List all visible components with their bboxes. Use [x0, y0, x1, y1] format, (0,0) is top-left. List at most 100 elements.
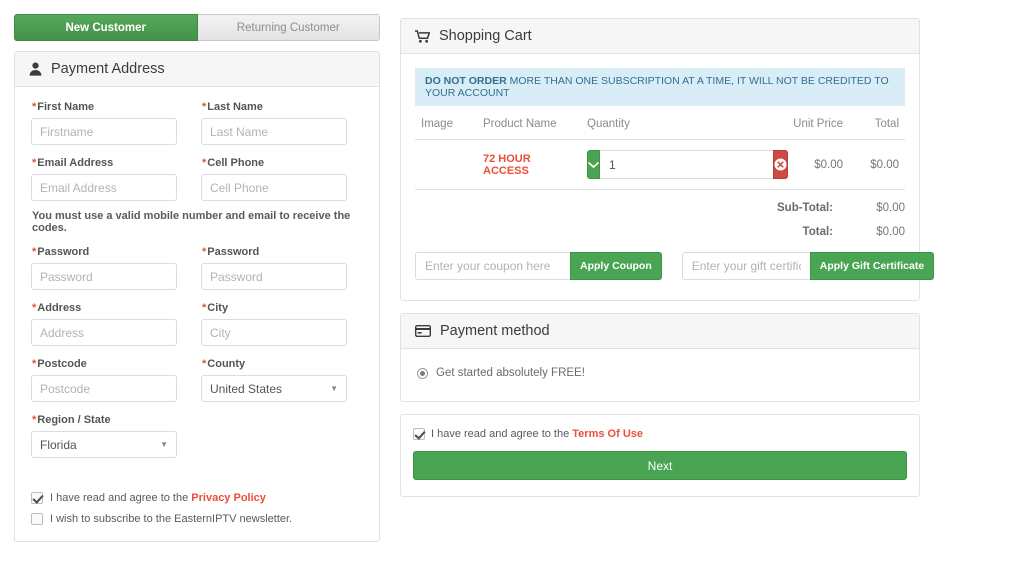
credit-card-icon — [415, 325, 431, 337]
order-warning-alert: DO NOT ORDER MORE THAN ONE SUBSCRIPTION … — [415, 68, 905, 106]
email-input[interactable] — [31, 174, 177, 201]
subtotal-label: Sub-Total: — [777, 202, 833, 214]
required-marker: * — [32, 157, 37, 169]
chevron-down-icon — [588, 161, 599, 169]
password-label: *Password — [32, 246, 90, 258]
checkout-page: New Customer Returning Customer Payment … — [0, 0, 1024, 570]
cart-header-row: Image Product Name Quantity Unit Price T… — [415, 112, 905, 140]
payment-method-panel: Payment method Get started absolutely FR… — [400, 313, 920, 402]
county-select[interactable]: United States ▼ — [201, 375, 347, 402]
required-marker: * — [32, 358, 37, 370]
coupon-group: Apply Coupon — [415, 252, 662, 280]
user-icon — [29, 62, 42, 76]
confirm-password-label: *Password — [202, 246, 260, 258]
address-row: *Address *City — [31, 302, 363, 358]
first-name-input[interactable] — [31, 118, 177, 145]
postcode-field-group: *Postcode — [31, 358, 177, 402]
last-name-input[interactable] — [201, 118, 347, 145]
region-select[interactable]: Florida ▼ — [31, 431, 177, 458]
cart-totals: Sub-Total: $0.00 Total: $0.00 — [415, 202, 905, 238]
apply-coupon-label: Apply Coupon — [580, 260, 652, 272]
required-marker: * — [32, 246, 37, 258]
confirm-password-input[interactable] — [201, 263, 347, 290]
privacy-policy-checkbox[interactable] — [31, 492, 43, 504]
region-select-value: Florida — [40, 437, 77, 452]
city-field-group: *City — [201, 302, 347, 346]
payment-address-body: *First Name *Last Name *Email Address *C — [15, 87, 379, 541]
total-value: $0.00 — [876, 226, 905, 238]
payment-address-header: Payment Address — [15, 52, 379, 87]
postcode-label: *Postcode — [32, 358, 87, 370]
password-row: *Password *Password — [31, 246, 363, 302]
payment-method-body: Get started absolutely FREE! — [401, 349, 919, 401]
last-name-label: *Last Name — [202, 101, 263, 113]
password-input[interactable] — [31, 263, 177, 290]
left-column: New Customer Returning Customer Payment … — [14, 14, 380, 542]
payment-address-panel: Payment Address *First Name *Last Name * — [14, 51, 380, 542]
city-input[interactable] — [201, 319, 347, 346]
payment-address-title: Payment Address — [51, 61, 165, 77]
terms-of-use-link[interactable]: Terms Of Use — [572, 428, 643, 440]
gift-certificate-input[interactable] — [681, 252, 810, 280]
cell-product-name: 72 HOUR ACCESS — [477, 139, 581, 190]
remove-item-button[interactable] — [773, 150, 788, 179]
col-quantity: Quantity — [581, 112, 771, 140]
close-circle-icon — [774, 158, 787, 171]
privacy-policy-row: I have read and agree to the Privacy Pol… — [31, 492, 363, 504]
total-row: Total: $0.00 — [415, 226, 905, 238]
next-button[interactable]: Next — [413, 451, 907, 480]
payment-option-row: Get started absolutely FREE! — [417, 367, 903, 379]
email-field-group: *Email Address — [31, 157, 177, 201]
terms-checkbox[interactable] — [413, 428, 425, 440]
cart-icon — [415, 29, 430, 43]
free-option-radio[interactable] — [417, 367, 428, 379]
tab-new-customer[interactable]: New Customer — [14, 14, 198, 41]
quantity-input[interactable] — [600, 150, 773, 179]
cell-phone-field-group: *Cell Phone — [201, 157, 347, 201]
col-unit-price: Unit Price — [771, 112, 849, 140]
shopping-cart-header: Shopping Cart — [401, 19, 919, 54]
apply-gift-certificate-button[interactable]: Apply Gift Certificate — [809, 252, 935, 280]
privacy-policy-link[interactable]: Privacy Policy — [191, 492, 266, 504]
shopping-cart-title: Shopping Cart — [439, 28, 532, 44]
required-marker: * — [202, 157, 207, 169]
confirm-password-field-group: *Password — [201, 246, 347, 290]
newsletter-text: I wish to subscribe to the EasternIPTV n… — [50, 513, 293, 525]
newsletter-row: I wish to subscribe to the EasternIPTV n… — [31, 513, 363, 525]
address-input[interactable] — [31, 319, 177, 346]
payment-method-title: Payment method — [440, 323, 550, 339]
tab-returning-customer-label: Returning Customer — [236, 21, 340, 34]
col-product-name: Product Name — [477, 112, 581, 140]
region-field-group: *Region / State Florida ▼ — [31, 414, 177, 458]
contact-row: *Email Address *Cell Phone — [31, 157, 363, 213]
update-quantity-button[interactable] — [587, 150, 600, 179]
chevron-down-icon: ▼ — [330, 384, 338, 393]
table-row: 72 HOUR ACCESS 1 $0.00 $0.00 — [415, 139, 905, 190]
phone-email-hint: You must use a valid mobile number and e… — [32, 210, 351, 234]
region-row: *Region / State Florida ▼ — [31, 414, 363, 470]
shopping-cart-panel: Shopping Cart DO NOT ORDER MORE THAN ONE… — [400, 18, 935, 301]
gift-certificate-group: Apply Gift Certificate — [681, 252, 935, 280]
tab-new-customer-label: New Customer — [65, 21, 147, 34]
product-link[interactable]: 72 HOUR ACCESS — [483, 153, 531, 177]
cell-phone-label: *Cell Phone — [202, 157, 265, 169]
first-name-field-group: *First Name — [31, 101, 177, 145]
county-label: *County — [202, 358, 246, 370]
apply-coupon-button[interactable]: Apply Coupon — [570, 252, 662, 280]
cell-phone-input[interactable] — [201, 174, 347, 201]
newsletter-checkbox[interactable] — [31, 513, 43, 525]
cart-table: Image Product Name Quantity Unit Price T… — [415, 112, 905, 190]
subtotal-value: $0.00 — [876, 202, 905, 214]
last-name-field-group: *Last Name — [201, 101, 347, 145]
postcode-country-row: *Postcode *County United States ▼ — [31, 358, 363, 414]
required-marker: * — [32, 414, 37, 426]
payment-method-header: Payment method — [401, 314, 919, 349]
free-option-label: Get started absolutely FREE! — [436, 367, 585, 379]
required-marker: * — [202, 101, 207, 113]
county-select-value: United States — [210, 381, 283, 396]
coupon-input[interactable] — [415, 252, 570, 280]
postcode-input[interactable] — [31, 375, 177, 402]
terms-text: I have read and agree to the Terms Of Us… — [431, 428, 643, 440]
tab-returning-customer[interactable]: Returning Customer — [197, 14, 380, 41]
cell-quantity — [581, 139, 788, 190]
